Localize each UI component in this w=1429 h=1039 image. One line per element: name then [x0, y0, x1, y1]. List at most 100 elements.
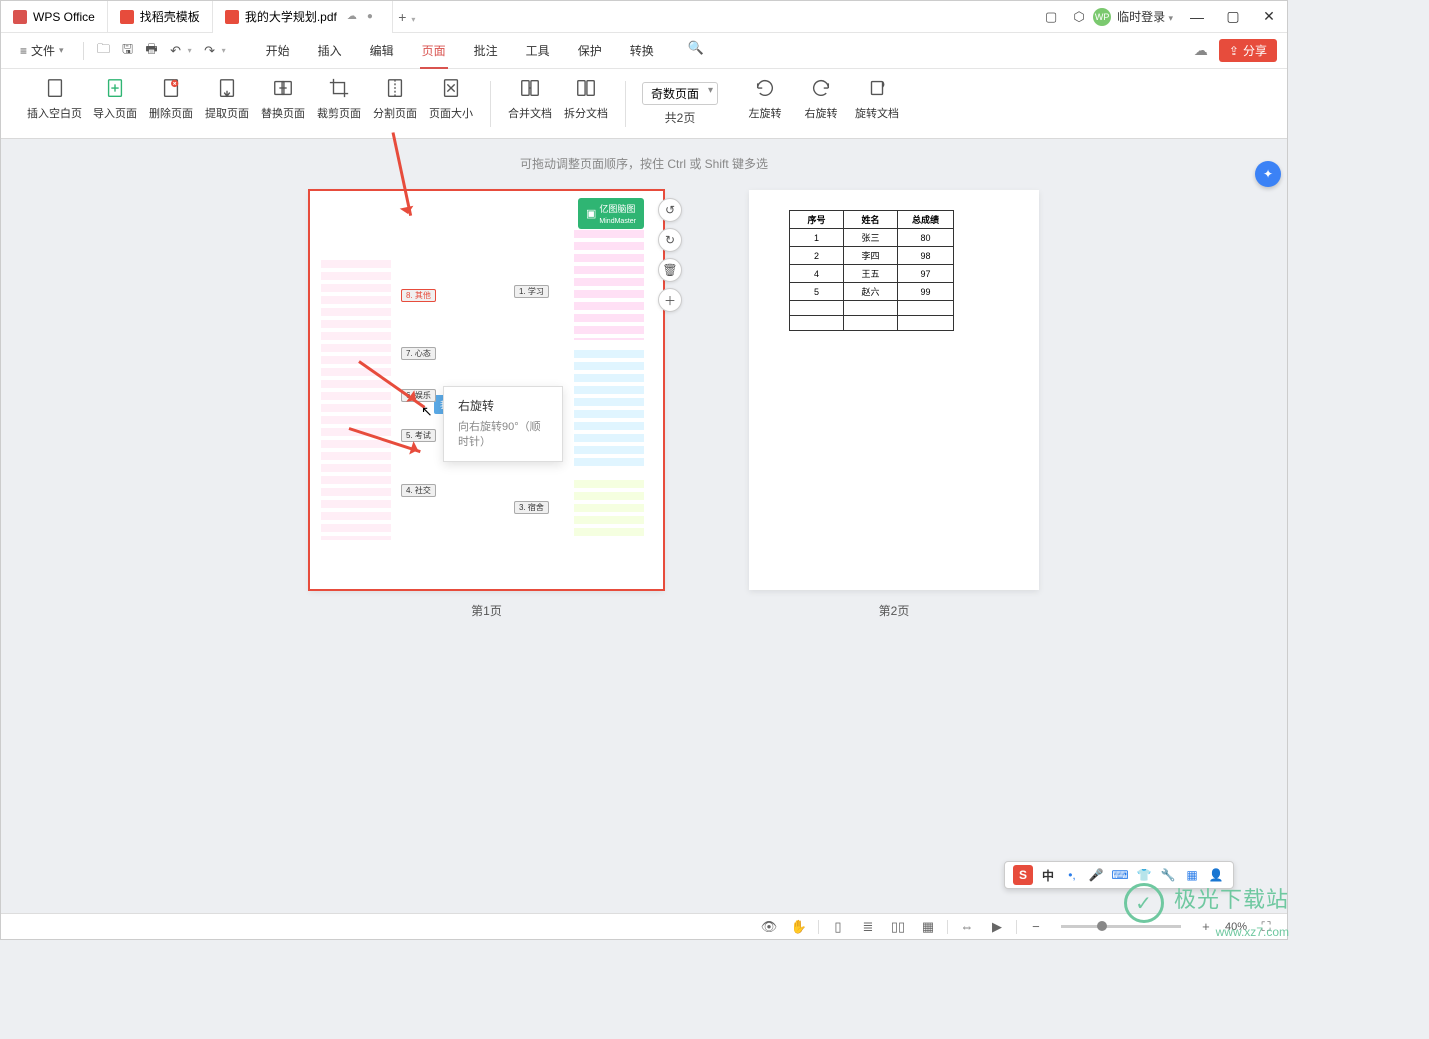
mindmap-subnodes: [574, 230, 644, 340]
import-page-button[interactable]: 导入页面: [92, 77, 138, 121]
tab-menu-icon[interactable]: ●: [367, 11, 373, 22]
redo-icon[interactable]: ↷: [200, 41, 220, 61]
zoom-out-button[interactable]: −: [1025, 916, 1047, 938]
save-icon[interactable]: 🖫: [118, 41, 138, 61]
open-icon[interactable]: 🗀: [94, 41, 114, 61]
file-menu[interactable]: ≡ 文件 ▾: [11, 38, 73, 63]
rotate-right-button[interactable]: 右旋转: [798, 77, 844, 121]
merge-doc-icon: [519, 77, 541, 99]
extract-page-icon: [216, 77, 238, 99]
hint-text: 可拖动调整页面顺序，按住 Ctrl 或 Shift 键多选: [1, 141, 1287, 190]
thumb-card-2: 序号姓名总成绩 1张三80 2李四98 4王五97 5赵六99 第2页: [749, 190, 1039, 619]
share-button[interactable]: ⇪ 分享: [1219, 39, 1277, 62]
assistant-fab[interactable]: ✦: [1255, 161, 1281, 187]
tab-page[interactable]: 页面: [420, 38, 448, 63]
table-row: [790, 316, 954, 331]
tab-insert[interactable]: 插入: [316, 38, 344, 63]
tab-edit[interactable]: 编辑: [368, 38, 396, 63]
avatar-icon[interactable]: WP: [1093, 8, 1111, 26]
zoom-slider[interactable]: [1061, 925, 1181, 928]
ime-voice-icon[interactable]: 🎤: [1087, 866, 1105, 884]
split-doc-button[interactable]: 拆分文档: [563, 77, 609, 121]
ime-tool-icon[interactable]: 🔧: [1159, 866, 1177, 884]
mindmap-subnodes: [574, 480, 644, 540]
document-tab[interactable]: 我的大学规划.pdf ☁ ●: [213, 1, 393, 33]
login-label[interactable]: 临时登录 ▾: [1117, 8, 1173, 25]
presentation-icon[interactable]: ▶: [986, 916, 1008, 938]
wps-logo-icon: [13, 10, 27, 24]
mindmap-node: 1. 学习: [514, 285, 549, 298]
hand-tool-icon[interactable]: ✋: [788, 916, 810, 938]
ime-person-icon[interactable]: 👤: [1207, 866, 1225, 884]
chevron-down-icon[interactable]: ▾: [188, 46, 192, 55]
page-size-button[interactable]: 页面大小: [428, 77, 474, 121]
tab-comment[interactable]: 批注: [472, 38, 500, 63]
ime-keyboard-icon[interactable]: ⌨: [1111, 866, 1129, 884]
rotate-right-float-button[interactable]: ↻: [658, 228, 682, 252]
ribbon-label: 拆分文档: [564, 105, 608, 121]
data-table: 序号姓名总成绩 1张三80 2李四98 4王五97 5赵六99: [789, 210, 954, 331]
fit-width-icon[interactable]: ⇔: [956, 916, 978, 938]
view-mode-icon[interactable]: 👁: [758, 916, 780, 938]
page-thumbnail-2[interactable]: 序号姓名总成绩 1张三80 2李四98 4王五97 5赵六99: [749, 190, 1039, 590]
replace-page-button[interactable]: 替换页面: [260, 77, 306, 121]
page-count-label: 共2页: [665, 109, 696, 126]
ribbon-label: 右旋转: [805, 105, 838, 121]
add-float-button[interactable]: ＋: [658, 288, 682, 312]
page-filter-select[interactable]: 奇数页面: [642, 82, 718, 105]
ime-punct-icon[interactable]: •,: [1063, 866, 1081, 884]
two-page-icon[interactable]: ▯▯: [887, 916, 909, 938]
table-header: 总成绩: [898, 211, 954, 229]
fullscreen-icon[interactable]: ⛶: [1255, 916, 1277, 938]
insert-blank-page-button[interactable]: 插入空白页: [27, 77, 82, 121]
thumbnail-icon[interactable]: ▦: [917, 916, 939, 938]
zoom-value: 40%: [1225, 921, 1247, 933]
mindmap-subnodes: [574, 350, 644, 470]
tab-start[interactable]: 开始: [264, 38, 292, 63]
close-button[interactable]: ✕: [1251, 1, 1287, 33]
rotate-doc-button[interactable]: 旋转文档: [854, 77, 900, 121]
sogou-icon[interactable]: S: [1013, 865, 1033, 885]
extract-page-button[interactable]: 提取页面: [204, 77, 250, 121]
table-row: 2李四98: [790, 247, 954, 265]
search-icon[interactable]: 🔍: [686, 38, 706, 58]
tab-tools[interactable]: 工具: [524, 38, 552, 63]
tab-protect[interactable]: 保护: [576, 38, 604, 63]
split-page-button[interactable]: 分割页面: [372, 77, 418, 121]
cloud-icon[interactable]: ☁: [1191, 41, 1211, 61]
template-tab[interactable]: 找稻壳模板: [108, 1, 213, 33]
delete-page-button[interactable]: 删除页面: [148, 77, 194, 121]
rotate-left-button[interactable]: 左旋转: [742, 77, 788, 121]
maximize-button[interactable]: ▢: [1215, 1, 1251, 33]
table-header: 姓名: [844, 211, 898, 229]
table-row: 4王五97: [790, 265, 954, 283]
mindmap-node: 3. 宿舍: [514, 501, 549, 514]
ime-shirt-icon[interactable]: 👕: [1135, 866, 1153, 884]
new-tab-button[interactable]: + ▾: [393, 9, 421, 25]
merge-doc-button[interactable]: 合并文档: [507, 77, 553, 121]
single-page-icon[interactable]: ▯: [827, 916, 849, 938]
cube-icon[interactable]: ⬡: [1067, 5, 1091, 29]
print-icon[interactable]: 🖶: [142, 41, 162, 61]
chevron-down-icon: ▾: [411, 15, 415, 24]
continuous-icon[interactable]: ≣: [857, 916, 879, 938]
chevron-down-icon[interactable]: ▾: [222, 46, 226, 55]
crop-page-button[interactable]: 裁剪页面: [316, 77, 362, 121]
table-row: [790, 301, 954, 316]
menu-bar: ≡ 文件 ▾ 🗀 🖫 🖶 ↶ ▾ ↷ ▾ 开始 插入 编辑 页面 批注 工具 保…: [1, 33, 1287, 69]
ime-lang-button[interactable]: 中: [1039, 866, 1057, 884]
delete-float-button[interactable]: 🗑: [658, 258, 682, 282]
mindmap-node: 7. 心态: [401, 347, 436, 360]
wps-home-tab[interactable]: WPS Office: [1, 1, 108, 33]
page-size-icon: [440, 77, 462, 99]
ribbon-label: 分割页面: [373, 105, 417, 121]
ime-toolbar[interactable]: S 中 •, 🎤 ⌨ 👕 🔧 ▦ 👤: [1004, 861, 1234, 889]
ime-grid-icon[interactable]: ▦: [1183, 866, 1201, 884]
rotate-left-float-button[interactable]: ↺: [658, 198, 682, 222]
layout-icon[interactable]: ▢: [1039, 5, 1063, 29]
minimize-button[interactable]: —: [1179, 1, 1215, 33]
tab-convert[interactable]: 转换: [628, 38, 656, 63]
zoom-in-button[interactable]: +: [1195, 916, 1217, 938]
import-page-icon: [104, 77, 126, 99]
undo-icon[interactable]: ↶: [166, 41, 186, 61]
